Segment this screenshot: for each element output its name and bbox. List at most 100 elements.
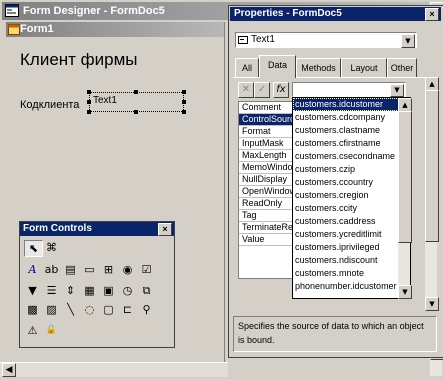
properties-scroll-up-icon[interactable]: ▲ — [425, 77, 439, 91]
container-tool-icon[interactable]: ▢ — [100, 302, 117, 317]
property-row[interactable]: Format — [239, 126, 295, 138]
resize-handle-bottom-left[interactable] — [87, 110, 91, 114]
property-row[interactable]: InputMask — [239, 138, 295, 150]
tab-other[interactable]: Other — [387, 58, 417, 77]
shape-tool-icon[interactable]: ◌ — [81, 302, 98, 317]
form1-titlebar[interactable]: Form1 — [6, 22, 224, 37]
value-combo-chevron-down-icon[interactable]: ▼ — [390, 84, 404, 97]
form-heading-label[interactable]: Клиент фирмы — [20, 50, 138, 70]
controlsource-option[interactable]: customers.csecondname — [293, 150, 399, 163]
separator-tool-icon[interactable]: ⊏ — [119, 302, 136, 317]
property-description: Specifies the source of data to which an… — [233, 316, 437, 352]
olebound-tool-icon[interactable]: ▨ — [43, 302, 60, 317]
property-row[interactable]: Value — [239, 234, 295, 246]
pageframe-tool-icon[interactable]: ⧉ — [138, 283, 155, 298]
controlsource-option[interactable]: customers.cregion — [293, 189, 399, 202]
combobox-tool-icon[interactable]: ▼ — [24, 283, 41, 298]
controlsource-option[interactable]: customers.mnote — [293, 267, 399, 280]
option-group-tool-icon[interactable]: ◉ — [119, 262, 136, 277]
timer-tool-icon[interactable]: ◷ — [119, 283, 136, 298]
properties-window: Properties - FormDoc5 × Text1 ▼ All Data M… — [228, 5, 443, 358]
properties-scroll-down-icon[interactable]: ▼ — [425, 297, 439, 311]
controlsource-option[interactable]: customers.idcustomer — [293, 98, 399, 111]
command-button-tool-icon[interactable]: ▭ — [81, 262, 98, 277]
controlsource-option[interactable]: customers.ycreditlimit — [293, 228, 399, 241]
property-row[interactable]: OpenWindow — [239, 186, 295, 198]
spinner-tool-icon[interactable]: ⇕ — [62, 283, 79, 298]
controlsource-option[interactable]: customers.ndiscount — [293, 254, 399, 267]
scroll-left-arrow-icon[interactable]: ◀ — [2, 363, 16, 377]
resize-handle-top-right[interactable] — [182, 90, 186, 94]
property-row[interactable]: NullDisplay — [239, 174, 295, 186]
property-row[interactable]: MemoWindow — [239, 162, 295, 174]
resize-handle-top-left[interactable] — [87, 90, 91, 94]
form-controls-titlebar[interactable]: Form Controls × — [20, 222, 174, 236]
properties-scrollbar[interactable]: ▲ ▼ — [425, 77, 439, 311]
function-builder-icon[interactable]: fx — [273, 82, 289, 98]
property-row[interactable]: ControlSource — [239, 114, 295, 126]
controlsource-option[interactable]: phonenumber.idcustomer — [293, 280, 399, 293]
text1-textbox-caption: Text1 — [93, 95, 117, 106]
property-value-combo[interactable]: ▼ — [292, 82, 406, 97]
resize-handle-bottom[interactable] — [134, 110, 138, 114]
controlsource-option[interactable]: customers.iprivileged — [293, 241, 399, 254]
tab-methods[interactable]: Methods — [296, 58, 341, 77]
grid-tool-icon[interactable]: ▦ — [81, 283, 98, 298]
image-tool-icon[interactable]: ▣ — [100, 283, 117, 298]
resize-handle-left[interactable] — [87, 100, 91, 104]
dropdown-scroll-down-icon[interactable]: ▼ — [398, 285, 412, 299]
tab-data[interactable]: Data — [259, 55, 296, 78]
button-group-tool-icon[interactable]: ⊞ — [100, 262, 117, 277]
form1-title: Form1 — [20, 23, 54, 35]
form-controls-title: Form Controls — [23, 223, 92, 234]
controlsource-option[interactable]: customers.cfirstname — [293, 137, 399, 150]
editbox-tool-icon[interactable]: ▤ — [62, 262, 79, 277]
properties-titlebar[interactable]: Properties - FormDoc5 × — [230, 7, 441, 21]
horizontal-scrollbar[interactable]: ◀ — [0, 362, 228, 377]
dropdown-scroll-thumb[interactable] — [398, 111, 412, 243]
property-name-list: Comment ControlSource Format InputMask MaxLe… — [238, 101, 296, 279]
text1-textbox[interactable]: Text1 — [89, 92, 184, 112]
chevron-down-icon[interactable]: ▼ — [401, 34, 415, 48]
accept-edit-icon[interactable]: ✓ — [254, 82, 270, 98]
controlsource-option[interactable]: customers.caddress — [293, 215, 399, 228]
lock-tool-icon[interactable]: 🔒 — [43, 323, 60, 338]
property-row[interactable]: MaxLength — [239, 150, 295, 162]
controlsource-option[interactable]: customers.ccity — [293, 202, 399, 215]
resize-handle-top[interactable] — [134, 90, 138, 94]
properties-scroll-thumb[interactable] — [425, 90, 439, 242]
customer-code-label[interactable]: Кодклиента — [20, 99, 79, 111]
resize-handle-right[interactable] — [182, 100, 186, 104]
form-designer-icon — [5, 4, 19, 17]
label-tool-icon[interactable]: A — [24, 262, 41, 277]
hyperlink-tool-icon[interactable]: ⚲ — [138, 302, 155, 317]
pointer-tool-icon[interactable]: ⬉ — [24, 240, 43, 257]
object-selector-combo[interactable]: Text1 ▼ — [235, 32, 417, 48]
controlsource-option[interactable]: customers.clastname — [293, 124, 399, 137]
controlsource-option[interactable]: customers.cdcompany — [293, 111, 399, 124]
textbox-tool-icon[interactable]: ab — [43, 262, 60, 277]
listbox-tool-icon[interactable]: ☰ — [43, 283, 60, 298]
properties-title: Properties - FormDoc5 — [234, 8, 342, 19]
property-row[interactable]: ReadOnly — [239, 198, 295, 210]
tab-all[interactable]: All — [235, 58, 259, 77]
properties-close-button[interactable]: × — [425, 8, 439, 21]
controlsource-option[interactable]: customers.ccountry — [293, 176, 399, 189]
checkbox-tool-icon[interactable]: ☑ — [138, 262, 155, 277]
property-row[interactable]: Comment — [239, 102, 295, 114]
property-row[interactable]: TerminateRead — [239, 222, 295, 234]
oleclass-tool-icon[interactable]: ▩ — [24, 302, 41, 317]
line-tool-icon[interactable]: ╲ — [62, 302, 79, 317]
tab-layout[interactable]: Layout — [341, 58, 387, 77]
property-row[interactable]: Tag — [239, 210, 295, 222]
dropdown-scrollbar[interactable]: ▲ ▼ — [398, 97, 412, 299]
form-controls-close-button[interactable]: × — [158, 223, 172, 236]
builder-lock-icon[interactable]: ⌘ — [43, 240, 60, 255]
controlsource-option[interactable]: customers.czip — [293, 163, 399, 176]
cancel-edit-icon[interactable]: ✕ — [238, 82, 254, 98]
controlsource-dropdown-list[interactable]: customers.idcustomer customers.cdcompany c… — [292, 97, 400, 299]
builder-tool-icon[interactable]: ⚠ — [24, 323, 41, 338]
resize-handle-bottom-right[interactable] — [182, 110, 186, 114]
textbox-object-icon — [238, 36, 248, 44]
dropdown-scroll-up-icon[interactable]: ▲ — [398, 98, 412, 112]
